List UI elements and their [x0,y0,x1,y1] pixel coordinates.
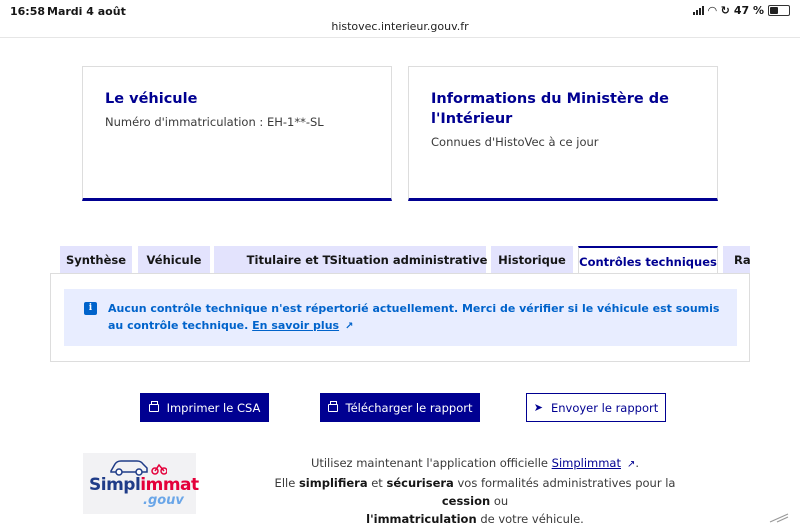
download-report-label: Télécharger le rapport [345,400,473,415]
tab-controles-techniques[interactable]: Contrôles techniques [578,246,718,274]
ministry-card-title: Informations du Ministère de l'Intérieur [431,91,669,127]
printer-icon [148,400,159,412]
promo-emphasis: cession [441,494,491,508]
tab-historique[interactable]: Historique [491,246,573,274]
tab-vehicule[interactable]: Véhicule [138,246,210,274]
simplimmat-logo[interactable]: Simplimmat .gouv [83,453,199,514]
promo-text: et [371,476,383,490]
info-notice: i Aucun contrôle technique n'est réperto… [64,289,737,346]
learn-more-label: En savoir plus [252,319,340,332]
battery-icon [768,5,790,16]
status-bar: 16:58 Mardi 4 août ◠ ↻ 47 % [0,0,800,22]
notice-message: Aucun contrôle technique n'est répertori… [108,300,728,335]
address-bar[interactable]: histovec.interieur.gouv.fr [0,20,800,33]
logo-part: Simpl [89,475,141,495]
tab-synthese[interactable]: Synthèse [60,246,132,274]
learn-more-link[interactable]: En savoir plus ↗ [252,319,353,332]
vehicle-card-title: Le véhicule [105,91,198,107]
status-indicators: ◠ ↻ 47 % [693,4,790,17]
send-report-label: Envoyer le rapport [550,400,659,415]
send-report-button[interactable]: ➤ Envoyer le rapport [526,393,666,422]
promo-emphasis: simplifiera [298,476,368,490]
resize-handle-icon [769,513,789,523]
logo-wordmark: Simplimmat [89,475,199,495]
tab-rapport[interactable]: Rap [723,246,750,274]
notice-text: Aucun contrôle technique n'est répertori… [108,302,720,332]
promo-text: vos formalités administratives pour la [457,476,676,490]
tab-bar: Synthèse Véhicule Titulaire et Titre Sit… [60,246,750,274]
promo-emphasis: l'immatriculation [366,512,477,526]
wifi-icon: ◠ [708,4,717,17]
simplimmat-link-label: Simplimmat [551,456,621,470]
car-icon [110,460,167,476]
print-csa-label: Imprimer le CSA [166,400,261,415]
printer-icon [327,400,338,412]
download-report-button[interactable]: Télécharger le rapport [320,393,480,422]
registration-number: Numéro d'immatriculation : EH-1**-SL [105,115,324,129]
promo-text: Elle [274,476,296,490]
battery-percent: 47 % [733,4,764,17]
simplimmat-promo: Utilisez maintenant l'application offici… [250,454,700,528]
simplimmat-link[interactable]: Simplimmat [552,456,621,470]
promo-text: de votre véhicule. [480,512,584,526]
promo-text: ou [493,494,509,508]
logo-part: immat [140,475,199,495]
divider [0,37,800,38]
promo-text: Utilisez maintenant l'application offici… [310,456,548,470]
tab-panel: i Aucun contrôle technique n'est réperto… [50,273,750,362]
orientation-lock-icon: ↻ [720,4,730,17]
promo-text: . [635,456,640,470]
logo-suffix: .gouv [143,493,184,508]
ministry-card-description: Connues d'HistoVec à ce jour [431,135,599,149]
tab-situation-administrative[interactable]: Situation administrative [330,246,487,274]
vehicle-card: Le véhicule Numéro d'immatriculation : E… [82,66,392,201]
ministry-info-card: Informations du Ministère de l'Intérieur… [408,66,718,201]
signal-icon [693,6,705,15]
promo-emphasis: sécurisera [386,476,454,490]
external-link-icon: ↗ [345,321,354,332]
status-date: Mardi 4 août [47,5,126,18]
send-icon: ➤ [533,401,543,414]
print-csa-button[interactable]: Imprimer le CSA [140,393,269,422]
status-time: 16:58 [10,5,46,18]
info-icon: i [84,302,97,315]
